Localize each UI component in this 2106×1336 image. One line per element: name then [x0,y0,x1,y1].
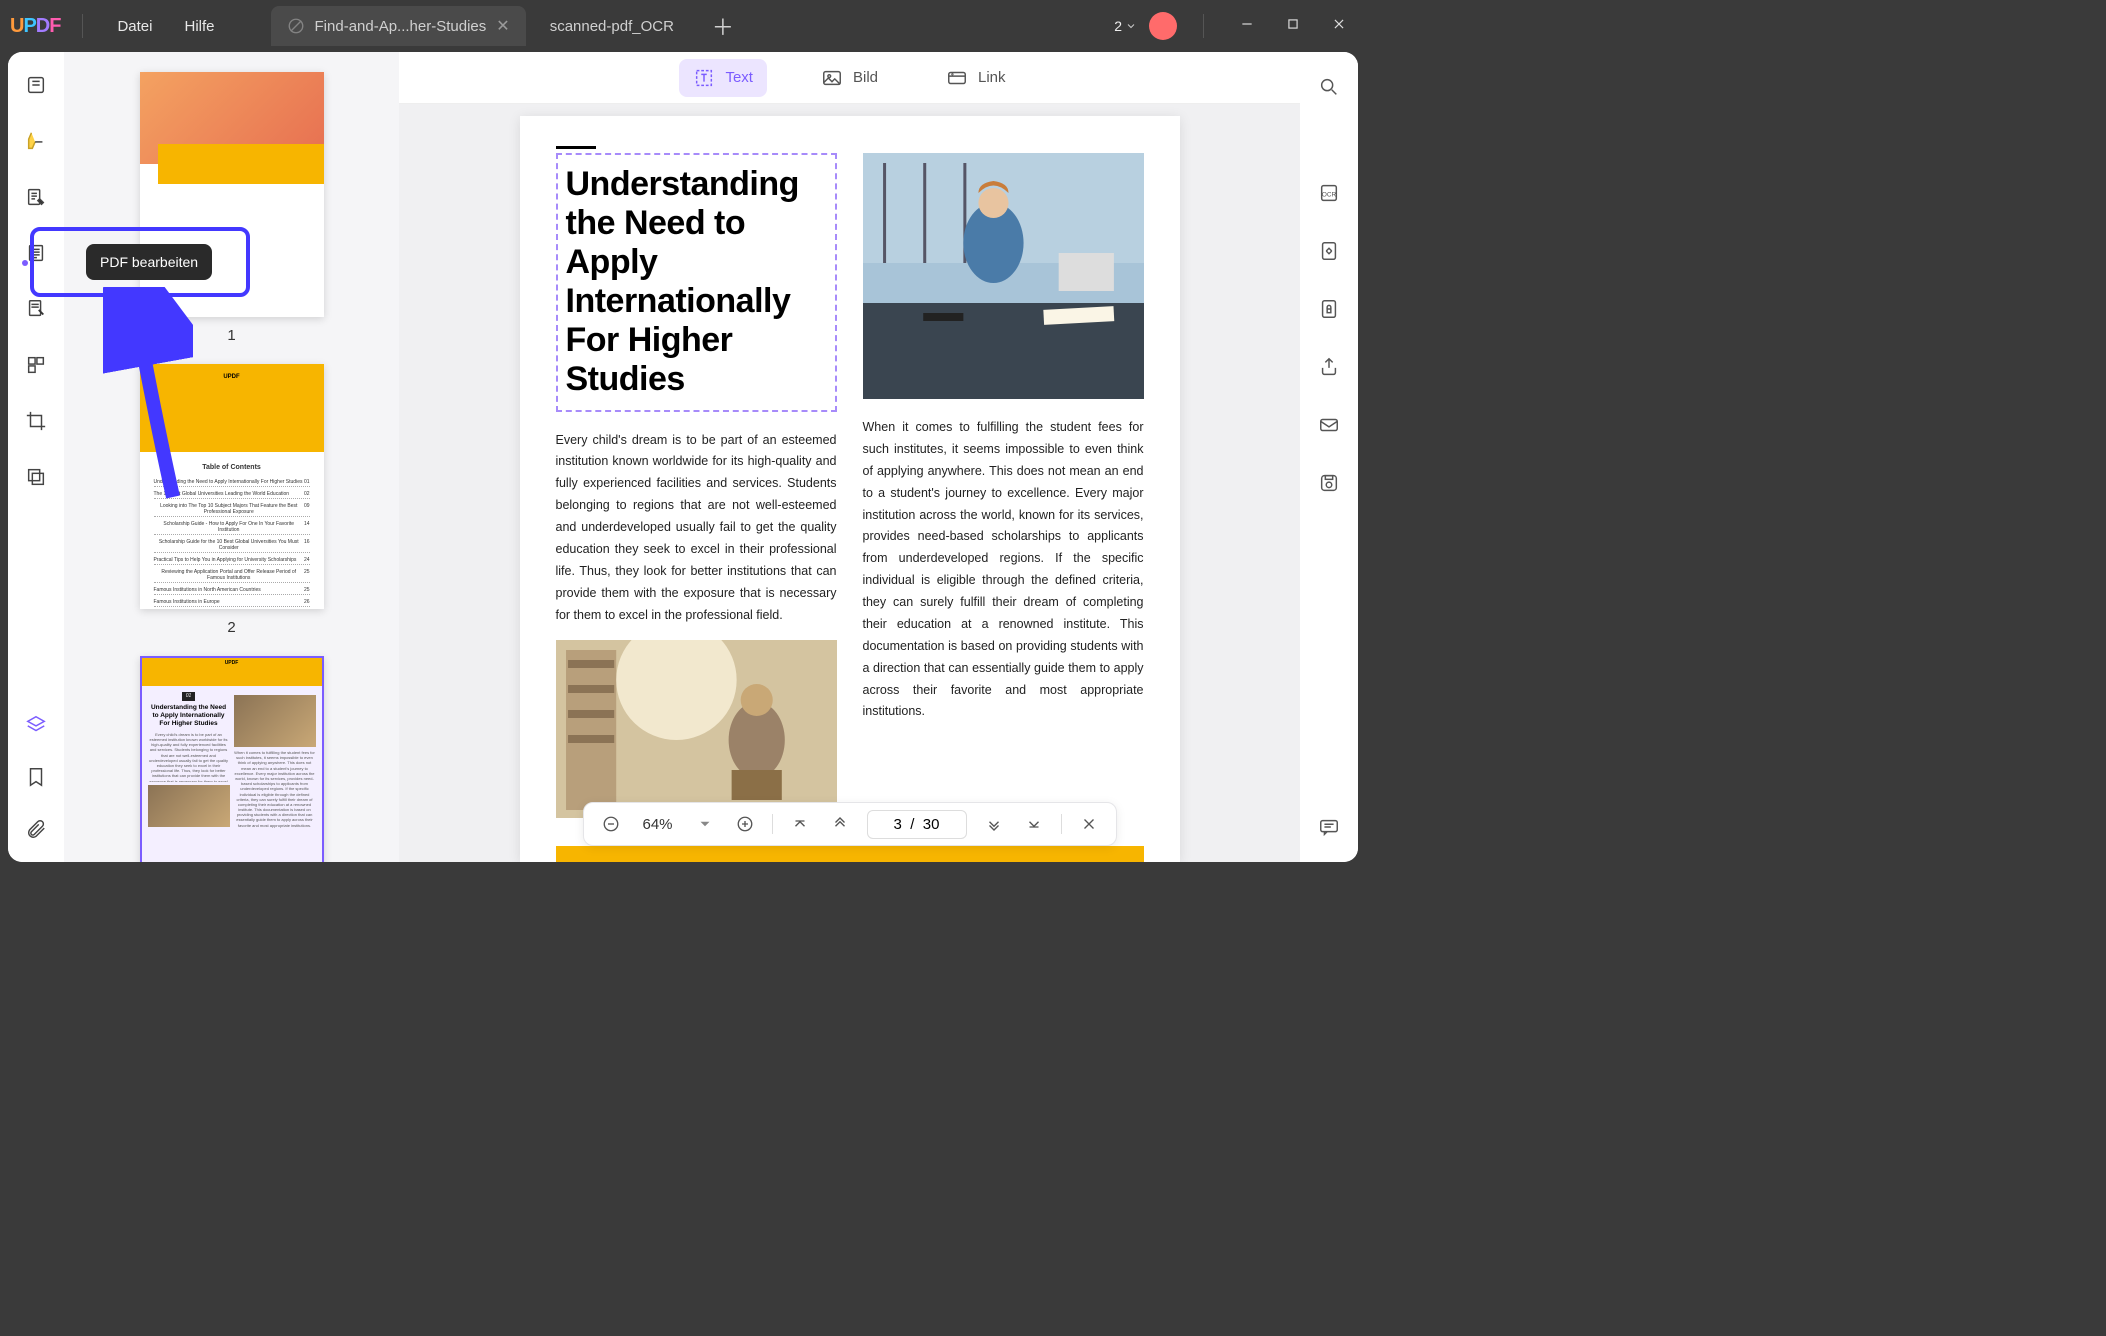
prev-page-button[interactable] [827,811,853,837]
page-paragraph[interactable]: Every child's dream is to be part of an … [556,430,837,627]
new-tab-button[interactable]: ＋ [698,10,748,42]
edit-image-tool[interactable]: Bild [807,59,892,97]
app-logo: UPDF [10,15,60,38]
svg-text:OCR: OCR [1322,192,1337,199]
text-selection-box[interactable]: Understanding the Need to Apply Internat… [556,153,837,412]
edit-link-tool[interactable]: Link [932,59,1020,97]
left-sidebar-bottom [19,708,53,846]
title-bar-right: 2 [1114,12,1356,40]
thumbnail-page-3[interactable]: UPDF 01 Understanding the Need to Apply … [140,656,324,862]
no-edit-icon [287,17,305,35]
zoom-in-button[interactable] [732,811,758,837]
save-icon[interactable] [1312,466,1346,500]
zoom-dropdown[interactable] [692,811,718,837]
app-body: PDF bearbeiten 1 UPDF Table of Contents … [8,52,1358,862]
tooltip-edit-pdf: PDF bearbeiten [86,244,212,280]
attachment-icon[interactable] [19,812,53,846]
left-sidebar [8,52,64,862]
document-canvas[interactable]: Understanding the Need to Apply Internat… [399,104,1300,862]
edit-pdf-icon[interactable] [19,180,53,214]
open-docs-count[interactable]: 2 [1114,18,1137,34]
page-content[interactable]: Understanding the Need to Apply Internat… [520,116,1180,862]
email-icon[interactable] [1312,408,1346,442]
annotation-dot [22,260,28,266]
bookmark-icon[interactable] [19,760,53,794]
separator [772,814,773,834]
page-heading[interactable]: Understanding the Need to Apply Internat… [562,159,831,406]
separator [1203,14,1204,38]
menu-file[interactable]: Datei [105,12,164,41]
title-bar: UPDF Datei Hilfe Find-and-Ap...her-Studi… [0,0,1366,52]
protect-icon[interactable] [1312,292,1346,326]
convert-icon[interactable] [1312,234,1346,268]
stack-layers-icon[interactable] [19,708,53,742]
comment-panel-icon[interactable] [1312,810,1346,844]
crop-icon[interactable] [19,404,53,438]
thumbnails-panel[interactable]: 1 UPDF Table of Contents Understanding t… [64,52,399,862]
page-footer-bar [556,846,1144,862]
last-page-button[interactable] [1021,811,1047,837]
page-paragraph[interactable]: When it comes to fulfilling the student … [863,417,1144,723]
edit-toolbar: Text Bild Link [399,52,1300,104]
maximize-button[interactable] [1276,13,1310,40]
zoom-value: 64% [638,816,678,833]
tab-document[interactable]: scanned-pdf_OCR [534,6,690,46]
main-document-view: Text Bild Link Understanding the Need to… [399,52,1300,862]
next-page-button[interactable] [981,811,1007,837]
close-toolbar-button[interactable] [1076,811,1102,837]
zoom-page-bar: 64% 3 / 30 [583,802,1117,846]
close-icon[interactable]: ✕ [496,16,509,36]
separator [1061,814,1062,834]
page-image-student[interactable] [863,153,1144,399]
tab-label: scanned-pdf_OCR [550,18,674,35]
reader-mode-icon[interactable] [19,68,53,102]
layers-icon[interactable] [19,460,53,494]
thumbnail-page-2[interactable]: UPDF Table of Contents Understanding the… [140,364,324,636]
organize-pages-icon[interactable] [19,292,53,326]
separator [82,14,83,38]
minimize-button[interactable] [1230,13,1264,40]
zoom-out-button[interactable] [598,811,624,837]
ocr-icon[interactable]: OCR [1312,176,1346,210]
first-page-button[interactable] [787,811,813,837]
menu-help[interactable]: Hilfe [173,12,227,41]
search-icon[interactable] [1312,70,1346,104]
close-window-button[interactable] [1322,13,1356,40]
thumbnail-number: 2 [140,619,324,636]
edit-text-tool[interactable]: Text [679,59,767,97]
right-sidebar: OCR [1300,52,1358,862]
comment-tool-icon[interactable] [19,124,53,158]
page-number-input[interactable]: 3 / 30 [867,810,967,839]
thumbnail-page-1[interactable]: 1 [140,72,324,344]
avatar[interactable] [1149,12,1177,40]
thumbnail-number: 1 [140,327,324,344]
tab-label: Find-and-Ap...her-Studies [315,18,487,35]
share-icon[interactable] [1312,350,1346,384]
page-image-library[interactable] [556,640,837,818]
tab-active-document[interactable]: Find-and-Ap...her-Studies ✕ [271,6,526,46]
tools-grid-icon[interactable] [19,348,53,382]
chevron-down-icon [1125,20,1137,32]
